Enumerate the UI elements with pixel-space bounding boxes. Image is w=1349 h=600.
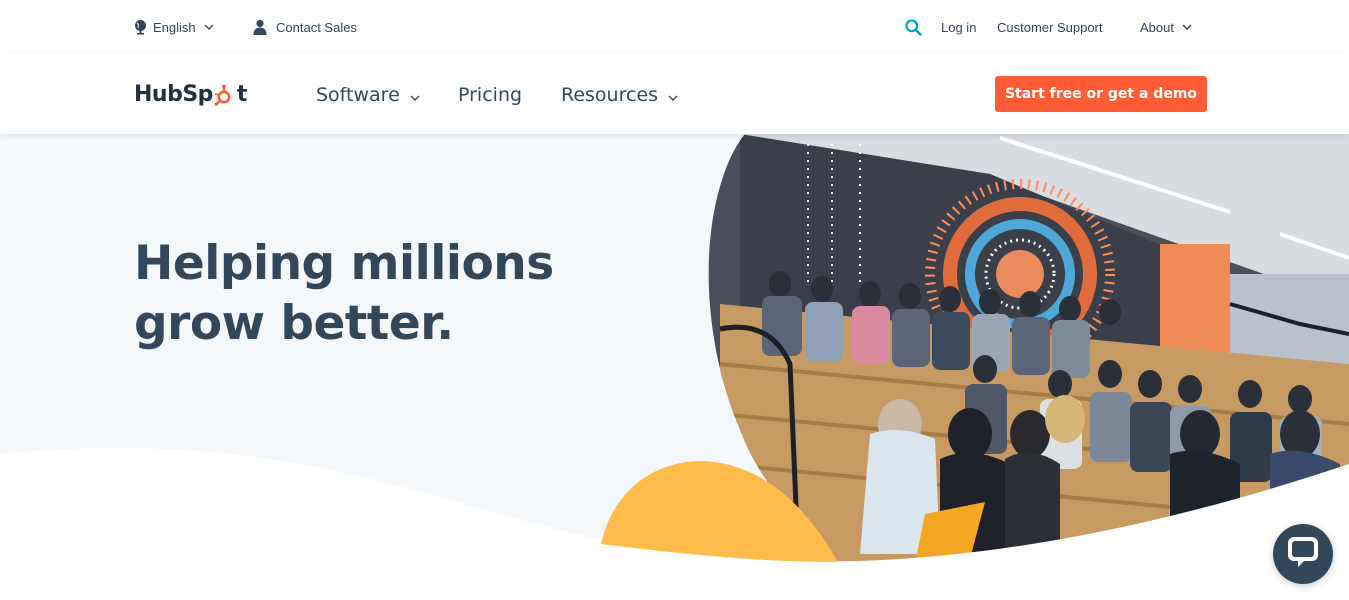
main-navigation: HubSp t Software Pricing Resources Start: [0, 54, 1349, 134]
hubspot-logo[interactable]: HubSp t: [134, 78, 247, 110]
chevron-down-icon: [668, 84, 678, 106]
logo-text-left: HubSp: [134, 81, 213, 107]
search-icon: [905, 18, 922, 36]
chat-launcher-button[interactable]: [1273, 524, 1333, 584]
hero-section: Helping millions grow better.: [0, 134, 1349, 600]
start-free-demo-button[interactable]: Start free or get a demo: [995, 76, 1207, 112]
language-selector[interactable]: English: [134, 18, 214, 36]
cta-label: Start free or get a demo: [1004, 86, 1198, 102]
nav-software[interactable]: Software: [316, 84, 420, 106]
logo-text-right: t: [236, 81, 248, 107]
chevron-down-icon: [410, 84, 420, 106]
chevron-down-icon: [204, 24, 214, 30]
contact-sales-link[interactable]: Contact Sales: [253, 18, 357, 36]
login-label: Log in: [941, 19, 977, 35]
search-button[interactable]: [905, 18, 922, 36]
headline-line-1: Helping millions: [134, 236, 554, 291]
chevron-down-icon: [1182, 24, 1192, 30]
hero-illustration: [0, 134, 1349, 600]
language-label: English: [153, 19, 196, 35]
nav-resources-label: Resources: [561, 84, 659, 106]
nav-software-label: Software: [316, 84, 400, 106]
nav-pricing-label: Pricing: [458, 84, 523, 106]
contact-sales-label: Contact Sales: [276, 19, 357, 35]
login-link[interactable]: Log in: [941, 18, 976, 36]
about-label: About: [1140, 19, 1174, 35]
globe-icon: [134, 19, 147, 35]
chat-icon: [1286, 535, 1320, 574]
nav-pricing[interactable]: Pricing: [458, 84, 522, 106]
utility-bar: English Contact Sales Log in Customer Su…: [0, 0, 1349, 54]
headline-line-2: grow better.: [134, 296, 454, 351]
customer-support-label: Customer Support: [997, 19, 1103, 35]
nav-resources[interactable]: Resources: [561, 84, 678, 106]
hero-headline: Helping millions grow better.: [134, 234, 614, 354]
person-icon: [253, 19, 267, 35]
sprocket-icon: [214, 84, 236, 106]
customer-support-link[interactable]: Customer Support: [997, 18, 1103, 36]
about-menu[interactable]: About: [1140, 18, 1192, 36]
